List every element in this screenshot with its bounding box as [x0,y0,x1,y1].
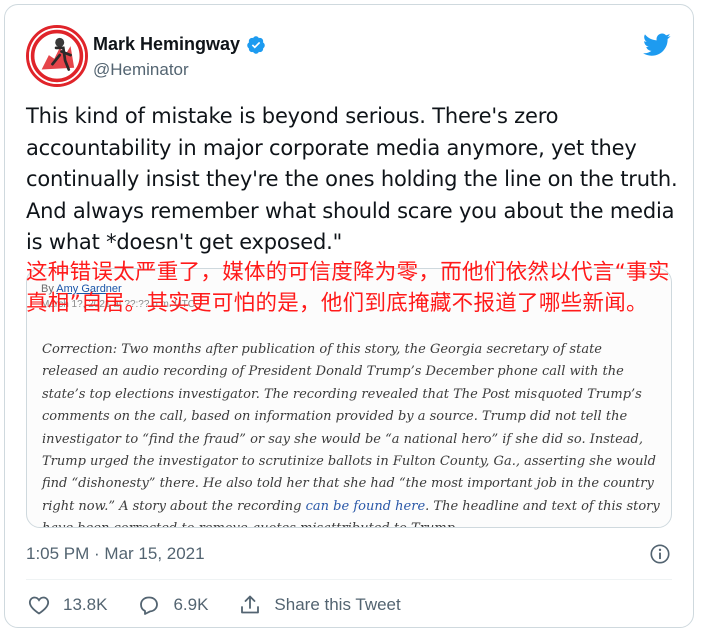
verified-badge-icon [247,35,265,54]
translation-overlay: 这种错误太严重了，媒体的可信度降为零，而他们依然以代言“事实真相”自居。其实更可… [26,260,670,316]
twitter-bird-icon[interactable] [643,33,671,57]
author-name-row: Mark Hemingway [93,34,266,55]
tweet-card: Mark Hemingway @Heminator This kind of m… [4,4,694,628]
share-button[interactable]: Share this Tweet [238,593,401,617]
tweet-text: This kind of mistake is beyond serious. … [26,104,684,254]
avatar[interactable] [26,25,88,87]
correction-text: Correction: Two months after publication… [42,342,656,514]
share-label: Share this Tweet [274,595,401,614]
heart-icon [28,596,50,615]
correction-link: can be found here [305,498,426,514]
share-upload-icon [241,595,260,614]
like-count: 13.8K [63,595,108,614]
like-button[interactable]: 13.8K [27,593,107,617]
speech-bubble-icon [140,596,159,615]
author-handle[interactable]: @Heminator [93,60,189,80]
reply-count: 6.9K [173,595,209,614]
correction-notice: Correction: Two months after publication… [42,339,662,527]
author-name[interactable]: Mark Hemingway [93,34,240,55]
info-icon[interactable] [649,543,671,565]
tweet-actions: 13.8K 6.9K Share this Tweet [27,593,431,617]
divider [26,579,672,580]
tweet-timestamp[interactable]: 1:05 PM · Mar 15, 2021 [26,544,205,564]
reply-button[interactable]: 6.9K [137,593,208,617]
